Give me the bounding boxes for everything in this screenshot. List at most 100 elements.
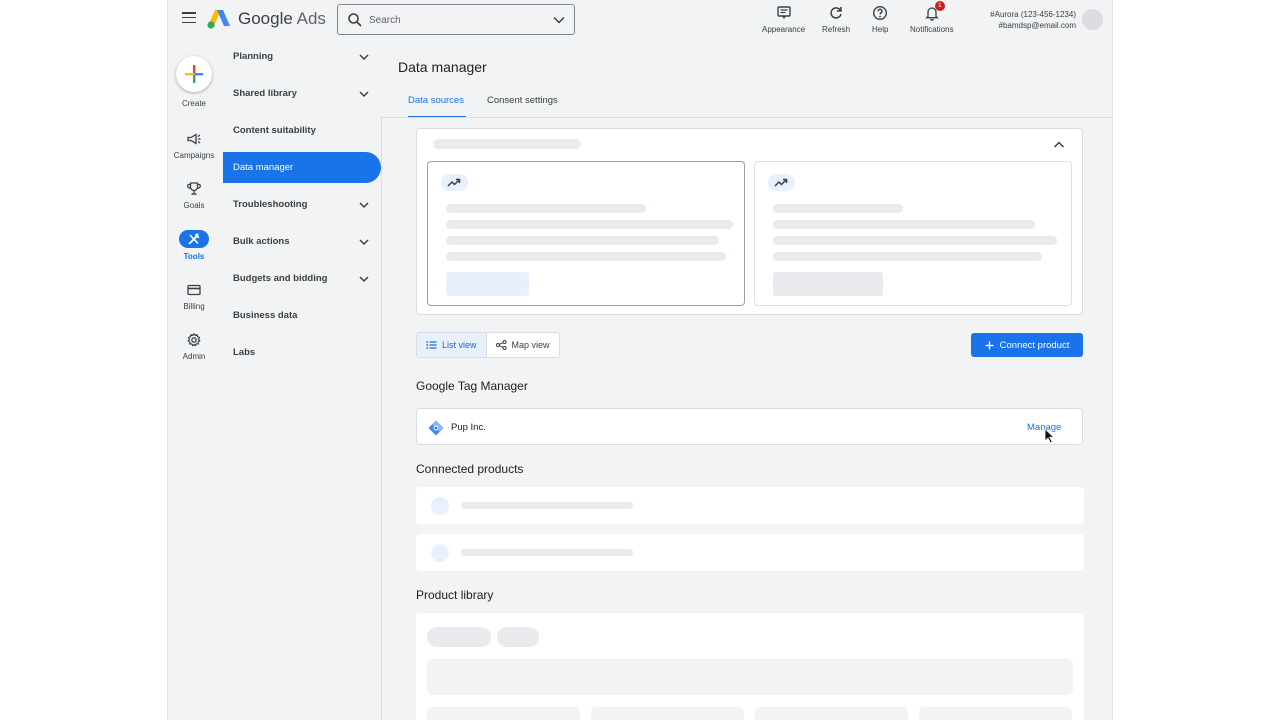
megaphone-icon [187, 133, 201, 145]
tools-nav-panel: Planning Shared library Content suitabil… [223, 40, 383, 720]
connected-product-row [416, 487, 1084, 524]
nav-label: Bulk actions [233, 236, 290, 247]
trend-chip [768, 174, 795, 191]
nav-item-shared-library[interactable]: Shared library [223, 78, 381, 109]
rail-item-goals[interactable]: Goals [168, 181, 220, 210]
tools-label: Tools [183, 252, 205, 261]
rail-item-admin[interactable]: Admin [168, 332, 220, 361]
skeleton-chip [497, 627, 539, 647]
search-box[interactable] [337, 4, 575, 35]
rail-item-campaigns[interactable]: Campaigns [168, 131, 220, 160]
nav-item-data-manager[interactable]: Data manager [223, 152, 381, 183]
plus-icon [185, 65, 203, 83]
chevron-down-icon [359, 202, 369, 209]
help-button[interactable]: Help [872, 5, 888, 34]
skeleton-block [591, 707, 744, 720]
nav-label: Content suitability [233, 125, 316, 136]
account-id: #Aurora (123-456-1234) [990, 10, 1076, 19]
gear-icon [187, 332, 201, 347]
skeleton-line [461, 549, 633, 556]
source-card[interactable] [754, 161, 1072, 306]
nav-item-labs[interactable]: Labs [223, 337, 381, 368]
nav-label: Shared library [233, 88, 297, 99]
goals-label: Goals [183, 201, 205, 210]
view-toggle: List view Map view [416, 332, 560, 358]
create-label: Create [181, 99, 206, 108]
nav-label: Planning [233, 51, 274, 62]
rail-item-tools[interactable]: Tools [168, 230, 220, 261]
refresh-button[interactable]: Refresh [822, 5, 850, 34]
appearance-button[interactable]: Appearance [762, 5, 805, 34]
chevron-up-icon[interactable] [1053, 139, 1065, 151]
credit-card-icon [187, 284, 201, 296]
connect-product-button[interactable]: Connect product [971, 333, 1083, 357]
skeleton-line [446, 252, 726, 261]
mouse-pointer-icon [1044, 428, 1056, 444]
search-input[interactable] [369, 11, 539, 29]
nav-item-bulk-actions[interactable]: Bulk actions [223, 226, 381, 257]
skeleton-line [446, 220, 733, 229]
nav-item-budgets-and-bidding[interactable]: Budgets and bidding [223, 263, 381, 294]
tab-label: Data sources [408, 95, 464, 106]
skeleton-line [773, 220, 1035, 229]
brand-ads: Ads [296, 9, 326, 28]
chevron-down-icon [359, 239, 369, 246]
nav-item-troubleshooting[interactable]: Troubleshooting [223, 189, 381, 220]
notification-badge: 1 [934, 1, 945, 11]
skeleton-line [461, 502, 633, 509]
map-view-button[interactable]: Map view [487, 333, 559, 357]
notifications-button[interactable]: 1 Notifications [910, 1, 954, 34]
page-title: Data manager [398, 59, 487, 75]
overview-card-loading [416, 128, 1083, 315]
avatar[interactable] [1082, 9, 1103, 30]
account-info[interactable]: #Aurora (123-456-1234) #bamdsp@email.com [958, 9, 1076, 31]
skeleton-chip [427, 627, 491, 647]
skeleton-block [919, 707, 1072, 720]
create-button[interactable] [176, 56, 212, 92]
nav-label: Labs [233, 347, 256, 358]
tag-manager-icon [428, 420, 444, 436]
help-icon [873, 5, 888, 21]
chevron-down-icon [359, 276, 369, 283]
main-content: List view Map view Connect product Googl… [382, 118, 1112, 720]
nav-item-content-suitability[interactable]: Content suitability [223, 115, 381, 146]
chevron-down-icon [359, 91, 369, 98]
tab-consent-settings[interactable]: Consent settings [487, 88, 558, 118]
product-library-card [416, 613, 1084, 720]
connected-products-heading: Connected products [416, 462, 524, 476]
nav-label: Business data [233, 310, 298, 321]
google-ads-logo-icon [207, 10, 230, 29]
create-label-wrap: Create [168, 95, 220, 108]
skeleton-block [755, 707, 908, 720]
refresh-label: Refresh [822, 25, 851, 34]
gtm-item-row: Pup Inc. Manage [416, 408, 1083, 445]
list-view-button[interactable]: List view [417, 333, 487, 357]
product-library-heading: Product library [416, 588, 494, 602]
trending-up-icon [774, 178, 788, 187]
appearance-label: Appearance [762, 25, 806, 34]
connected-product-row [416, 534, 1084, 571]
tab-data-sources[interactable]: Data sources [408, 88, 466, 118]
nav-item-business-data[interactable]: Business data [223, 300, 381, 331]
nav-label: Troubleshooting [233, 199, 308, 210]
connect-product-label: Connect product [999, 339, 1070, 351]
search-icon [348, 13, 362, 27]
skeleton-button [773, 272, 883, 296]
brand-name: Google Ads [238, 9, 326, 29]
trophy-icon [187, 182, 201, 195]
google-ads-app: Google Ads Appearance Refresh Help 1 Not… [167, 0, 1113, 720]
gtm-item-name: Pup Inc. [451, 422, 486, 433]
menu-icon[interactable] [182, 12, 196, 24]
chevron-down-icon[interactable] [553, 14, 565, 26]
skeleton-line [773, 204, 903, 213]
billing-label: Billing [183, 302, 205, 311]
source-card-selected[interactable] [427, 161, 745, 306]
skeleton-line [773, 236, 1057, 245]
refresh-icon [830, 7, 842, 19]
brand-google: Google [238, 9, 293, 28]
list-icon [426, 341, 437, 349]
rail-item-billing[interactable]: Billing [168, 282, 220, 311]
nav-item-planning[interactable]: Planning [223, 41, 381, 72]
skeleton-line [433, 139, 581, 149]
campaigns-label: Campaigns [173, 151, 215, 160]
